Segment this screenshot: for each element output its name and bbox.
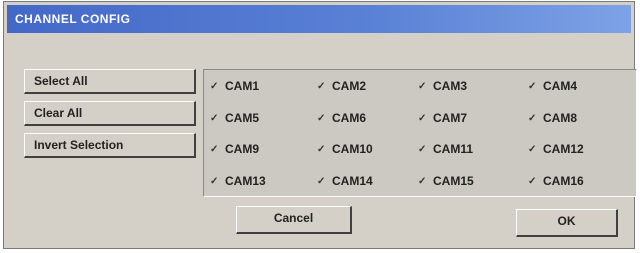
checkmark-icon: ✓ <box>528 81 537 92</box>
checkmark-icon: ✓ <box>528 113 537 124</box>
cam14-checkbox[interactable]: ✓ CAM14 <box>317 174 373 190</box>
cam-label: CAM15 <box>433 174 474 188</box>
camera-checkbox-panel: ✓ CAM1 ✓ CAM2 ✓ CAM3 ✓ CAM4 ✓ CAM5 ✓ CAM6 ✓ CAM… <box>203 69 637 197</box>
cam13-checkbox[interactable]: ✓ CAM13 <box>210 174 266 190</box>
checkmark-icon: ✓ <box>528 144 537 155</box>
dialog-title: CHANNEL CONFIG <box>15 12 131 26</box>
cancel-button[interactable]: Cancel <box>236 206 352 234</box>
cam-label: CAM2 <box>332 79 367 93</box>
checkmark-icon: ✓ <box>317 81 326 92</box>
cam-label: CAM12 <box>543 142 584 156</box>
checkmark-icon: ✓ <box>210 144 219 155</box>
cam4-checkbox[interactable]: ✓ CAM4 <box>528 79 577 95</box>
checkmark-icon: ✓ <box>210 176 219 187</box>
cam-label: CAM9 <box>225 142 260 156</box>
cam7-checkbox[interactable]: ✓ CAM7 <box>418 111 467 127</box>
cam-label: CAM8 <box>543 111 578 125</box>
cam-label: CAM16 <box>543 174 584 188</box>
cam-label: CAM6 <box>332 111 367 125</box>
checkmark-icon: ✓ <box>418 113 427 124</box>
cam9-checkbox[interactable]: ✓ CAM9 <box>210 142 259 158</box>
cam-label: CAM14 <box>332 174 373 188</box>
cam15-checkbox[interactable]: ✓ CAM15 <box>418 174 474 190</box>
select-all-button[interactable]: Select All <box>24 69 196 94</box>
checkmark-icon: ✓ <box>210 81 219 92</box>
cam8-checkbox[interactable]: ✓ CAM8 <box>528 111 577 127</box>
checkmark-icon: ✓ <box>317 176 326 187</box>
cam10-checkbox[interactable]: ✓ CAM10 <box>317 142 373 158</box>
cam2-checkbox[interactable]: ✓ CAM2 <box>317 79 366 95</box>
checkmark-icon: ✓ <box>418 176 427 187</box>
cam5-checkbox[interactable]: ✓ CAM5 <box>210 111 259 127</box>
cam6-checkbox[interactable]: ✓ CAM6 <box>317 111 366 127</box>
checkmark-icon: ✓ <box>210 113 219 124</box>
cam-label: CAM5 <box>225 111 260 125</box>
cam11-checkbox[interactable]: ✓ CAM11 <box>418 142 473 158</box>
cam3-checkbox[interactable]: ✓ CAM3 <box>418 79 467 95</box>
checkmark-icon: ✓ <box>418 144 427 155</box>
ok-button[interactable]: OK <box>516 209 618 237</box>
checkmark-icon: ✓ <box>528 176 537 187</box>
cam-label: CAM13 <box>225 174 266 188</box>
checkmark-icon: ✓ <box>317 113 326 124</box>
cam-label: CAM3 <box>433 79 468 93</box>
cam1-checkbox[interactable]: ✓ CAM1 <box>210 79 259 95</box>
clear-all-button[interactable]: Clear All <box>24 101 196 126</box>
cam12-checkbox[interactable]: ✓ CAM12 <box>528 142 584 158</box>
cam-label: CAM10 <box>332 142 373 156</box>
cam16-checkbox[interactable]: ✓ CAM16 <box>528 174 584 190</box>
cam-label: CAM7 <box>433 111 468 125</box>
cam-label: CAM4 <box>543 79 578 93</box>
cam-label: CAM1 <box>225 79 260 93</box>
title-bar: CHANNEL CONFIG <box>7 5 631 33</box>
cam-label: CAM11 <box>433 142 474 156</box>
checkmark-icon: ✓ <box>317 144 326 155</box>
invert-selection-button[interactable]: Invert Selection <box>24 133 196 158</box>
checkmark-icon: ✓ <box>418 81 427 92</box>
